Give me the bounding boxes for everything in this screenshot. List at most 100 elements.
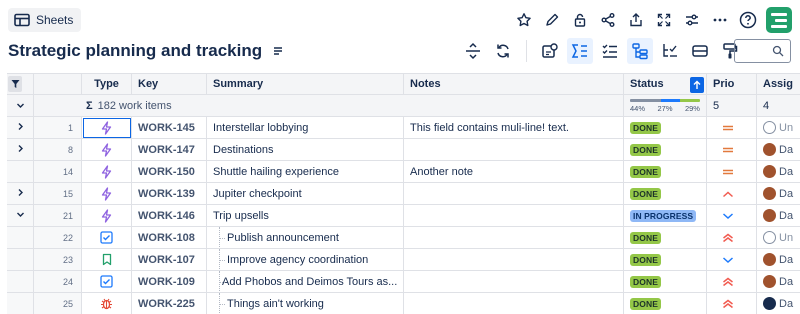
status-cell[interactable]: DONE [624, 117, 707, 139]
priority-cell[interactable] [707, 227, 757, 249]
column-header-status[interactable]: Status [624, 73, 707, 95]
column-header-summary[interactable]: Summary [207, 73, 404, 95]
column-header-type[interactable]: Type [82, 73, 132, 95]
table-row[interactable]: 25 WORK-225 Things ain't working DONE Da [7, 293, 800, 314]
filter-icon[interactable] [8, 76, 22, 92]
table-row[interactable]: 24 WORK-109 Add Phobos and Deimos Tours … [7, 271, 800, 293]
filter-header-cell[interactable] [7, 73, 34, 95]
table-row[interactable]: 14 WORK-150 Shuttle hailing experience A… [7, 161, 800, 183]
group-collapse-button[interactable] [7, 95, 34, 117]
share-icon[interactable] [594, 6, 622, 34]
column-header-key[interactable]: Key [132, 73, 207, 95]
assignee-cell[interactable]: Da [757, 183, 800, 205]
assignee-cell[interactable]: Un [757, 227, 800, 249]
sheets-button[interactable]: Sheets [8, 8, 82, 32]
summary-cell[interactable]: Shuttle hailing experience [207, 161, 404, 183]
status-cell[interactable]: DONE [624, 227, 707, 249]
notes-cell[interactable]: This field contains muli-line! text. [404, 117, 624, 139]
table-row[interactable]: 8 WORK-147 Destinations DONE Da [7, 139, 800, 161]
key-cell[interactable]: WORK-145 [132, 117, 207, 139]
priority-cell[interactable] [707, 183, 757, 205]
assignee-cell[interactable]: Un [757, 117, 800, 139]
chevron-down-icon[interactable] [16, 210, 25, 222]
priority-cell[interactable] [707, 249, 757, 271]
column-header-notes[interactable]: Notes [404, 73, 624, 95]
type-cell[interactable] [82, 139, 132, 161]
view-settings-icon[interactable] [537, 38, 563, 64]
chevron-right-icon[interactable] [16, 144, 25, 156]
assignee-cell[interactable]: Da [757, 271, 800, 293]
notes-cell[interactable] [404, 139, 624, 161]
more-icon[interactable] [706, 6, 734, 34]
sum-columns-icon[interactable] [567, 38, 593, 64]
type-cell[interactable] [82, 227, 132, 249]
type-cell[interactable] [82, 161, 132, 183]
column-header-prio[interactable]: Prio [707, 73, 757, 95]
priority-cell[interactable] [707, 293, 757, 314]
key-cell[interactable]: WORK-107 [132, 249, 207, 271]
app-logo-icon[interactable] [766, 7, 792, 33]
filter-tree-icon[interactable] [657, 38, 683, 64]
settings-sliders-icon[interactable] [678, 6, 706, 34]
type-cell[interactable] [82, 183, 132, 205]
assignee-cell[interactable]: Da [757, 139, 800, 161]
status-cell[interactable]: IN PROGRESS [624, 205, 707, 227]
refresh-icon[interactable] [490, 38, 516, 64]
table-row[interactable]: 1 WORK-145 Interstellar lobbying This fi… [7, 117, 800, 139]
priority-cell[interactable] [707, 117, 757, 139]
assignee-cell[interactable]: Da [757, 249, 800, 271]
assignee-cell[interactable]: Da [757, 293, 800, 314]
upload-icon[interactable] [622, 6, 650, 34]
key-cell[interactable]: WORK-225 [132, 293, 207, 314]
status-cell[interactable]: DONE [624, 249, 707, 271]
priority-cell[interactable] [707, 161, 757, 183]
row-height-icon[interactable] [460, 38, 486, 64]
type-cell[interactable] [82, 205, 132, 227]
chevron-right-icon[interactable] [16, 188, 25, 200]
notes-cell[interactable] [404, 205, 624, 227]
type-cell[interactable] [82, 293, 132, 314]
lock-icon[interactable] [566, 6, 594, 34]
summary-cell[interactable]: Things ain't working [207, 293, 404, 314]
row-expand-cell[interactable] [7, 205, 34, 227]
notes-cell[interactable]: Another note [404, 161, 624, 183]
assignee-cell[interactable]: Da [757, 161, 800, 183]
summary-cell[interactable]: Improve agency coordination [207, 249, 404, 271]
summary-cell[interactable]: Publish announcement [207, 227, 404, 249]
sort-ascending-icon[interactable] [690, 77, 704, 93]
key-cell[interactable]: WORK-146 [132, 205, 207, 227]
row-expand-cell[interactable] [7, 183, 34, 205]
key-cell[interactable]: WORK-150 [132, 161, 207, 183]
notes-cell[interactable] [404, 271, 624, 293]
summary-cell[interactable]: Add Phobos and Deimos Tours as... [207, 271, 404, 293]
row-expand-cell[interactable] [7, 139, 34, 161]
menu-lines-icon[interactable] [272, 45, 284, 57]
priority-cell[interactable] [707, 205, 757, 227]
key-cell[interactable]: WORK-109 [132, 271, 207, 293]
card-view-icon[interactable] [687, 38, 713, 64]
key-cell[interactable]: WORK-147 [132, 139, 207, 161]
type-cell[interactable] [82, 271, 132, 293]
table-row[interactable]: 21 WORK-146 Trip upsells IN PROGRESS Da [7, 205, 800, 227]
priority-cell[interactable] [707, 271, 757, 293]
key-cell[interactable]: WORK-108 [132, 227, 207, 249]
table-row[interactable]: 23 WORK-107 Improve agency coordination … [7, 249, 800, 271]
status-cell[interactable]: DONE [624, 161, 707, 183]
notes-cell[interactable] [404, 293, 624, 314]
chevron-right-icon[interactable] [16, 122, 25, 134]
checklist-icon[interactable] [597, 38, 623, 64]
table-row[interactable]: 15 WORK-139 Jupiter checkpoint DONE Da [7, 183, 800, 205]
star-icon[interactable] [510, 6, 538, 34]
status-cell[interactable]: DONE [624, 183, 707, 205]
status-cell[interactable]: DONE [624, 271, 707, 293]
notes-cell[interactable] [404, 183, 624, 205]
assignee-cell[interactable]: Da [757, 205, 800, 227]
column-header-assignee[interactable]: Assig [757, 73, 800, 95]
type-cell[interactable] [82, 117, 132, 139]
type-cell[interactable] [82, 249, 132, 271]
row-expand-cell[interactable] [7, 117, 34, 139]
fullscreen-icon[interactable] [650, 6, 678, 34]
search-input[interactable] [734, 39, 791, 63]
summary-cell[interactable]: Destinations [207, 139, 404, 161]
help-icon[interactable] [734, 6, 762, 34]
